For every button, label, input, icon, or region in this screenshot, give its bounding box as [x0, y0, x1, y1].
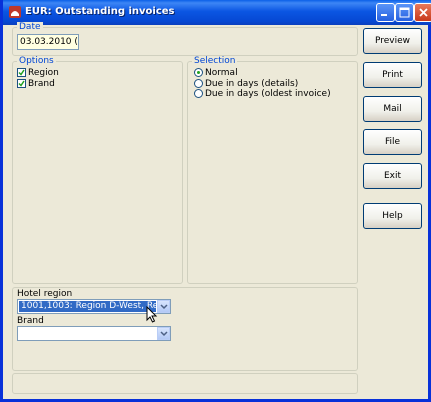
- radio-normal-label: Normal: [205, 67, 238, 78]
- region-checkbox-row[interactable]: Region: [17, 67, 59, 78]
- help-button[interactable]: Help: [363, 203, 422, 229]
- maximize-icon: [399, 7, 410, 18]
- radio-normal-row[interactable]: Normal: [194, 67, 238, 78]
- hotel-region-dropdown-button[interactable]: [157, 300, 170, 313]
- chevron-down-icon: [160, 331, 168, 337]
- minimize-button[interactable]: [376, 3, 395, 22]
- options-group: Options: [12, 56, 183, 284]
- region-checkbox[interactable]: [17, 68, 26, 77]
- hotel-region-label: Hotel region: [17, 289, 73, 299]
- selection-group-legend: Selection: [192, 56, 238, 67]
- brand-value: [19, 328, 156, 339]
- brand-checkbox[interactable]: [17, 79, 26, 88]
- close-icon: [419, 8, 428, 17]
- radio-due-details-label: Due in days (details): [205, 78, 299, 89]
- brand-dropdown-button[interactable]: [157, 327, 170, 340]
- minimize-icon: [381, 14, 387, 16]
- exit-button[interactable]: Exit: [363, 163, 422, 189]
- file-button[interactable]: File: [363, 129, 422, 155]
- options-group-legend: Options: [17, 56, 56, 67]
- region-checkbox-label: Region: [28, 67, 59, 78]
- brand-combobox[interactable]: [17, 326, 171, 341]
- status-bar: [12, 373, 358, 394]
- radio-due-details[interactable]: [194, 79, 203, 88]
- date-field[interactable]: 03.03.2010 (W: [17, 34, 79, 50]
- close-button[interactable]: [414, 3, 431, 22]
- radio-due-oldest-row[interactable]: Due in days (oldest invoice): [194, 88, 331, 99]
- hotel-region-value: 1001,1003: Region D-West, Re...: [19, 301, 156, 312]
- maximize-button[interactable]: [395, 3, 414, 22]
- window-title: EUR: Outstanding invoices: [25, 6, 175, 17]
- brand-checkbox-label: Brand: [28, 78, 55, 89]
- preview-button[interactable]: Preview: [363, 28, 422, 54]
- radio-selected-dot: [197, 71, 200, 74]
- main-window: EUR: Outstanding invoices Date 03.03.201…: [0, 0, 431, 402]
- title-bar[interactable]: EUR: Outstanding invoices: [3, 0, 431, 25]
- brand-label: Brand: [17, 316, 44, 326]
- mouse-cursor-icon: [146, 306, 158, 323]
- brand-checkbox-row[interactable]: Brand: [17, 78, 55, 89]
- mail-button[interactable]: Mail: [363, 96, 422, 122]
- checkmark-icon: [18, 80, 25, 87]
- radio-due-oldest-label: Due in days (oldest invoice): [205, 88, 331, 99]
- app-icon: [9, 6, 21, 18]
- print-button[interactable]: Print: [363, 62, 422, 88]
- radio-normal[interactable]: [194, 68, 203, 77]
- checkmark-icon: [18, 69, 25, 76]
- date-group-legend: Date: [17, 22, 43, 33]
- radio-due-oldest[interactable]: [194, 89, 203, 98]
- chevron-down-icon: [160, 304, 168, 310]
